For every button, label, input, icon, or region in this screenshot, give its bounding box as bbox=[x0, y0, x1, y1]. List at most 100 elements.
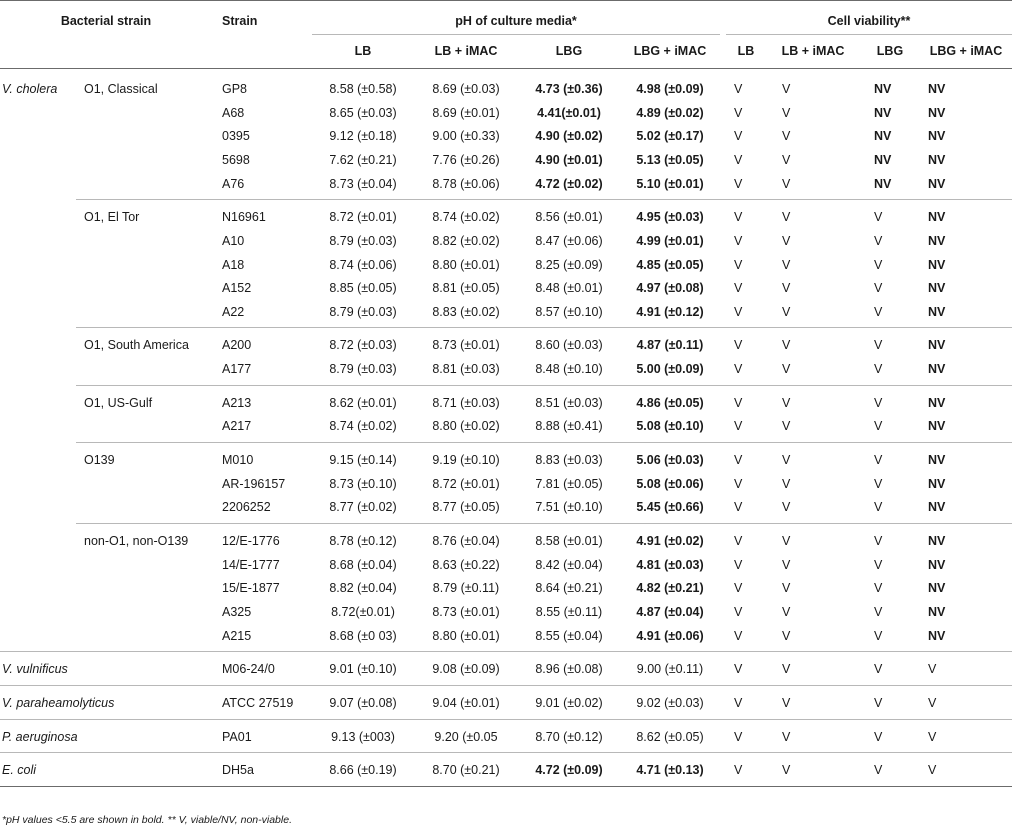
ph-cell: 5.02 (±0.17) bbox=[636, 129, 704, 143]
viability-cell: V bbox=[874, 338, 883, 352]
viability-cell: NV bbox=[928, 106, 946, 120]
viability-cell: V bbox=[734, 453, 743, 467]
viability-cell: V bbox=[782, 177, 791, 191]
strain-cell: N16961 bbox=[222, 210, 266, 224]
ph-cell: 5.13 (±0.05) bbox=[636, 153, 704, 167]
group-divider bbox=[0, 752, 1012, 753]
header-strain: Strain bbox=[222, 14, 258, 28]
ph-cell: 4.99 (±0.01) bbox=[636, 234, 704, 248]
ph-cell: 8.80 (±0.02) bbox=[432, 419, 500, 433]
viability-cell: V bbox=[734, 234, 743, 248]
group-divider bbox=[0, 651, 1012, 652]
ph-cell: 8.73 (±0.01) bbox=[432, 338, 500, 352]
viability-cell: NV bbox=[928, 534, 946, 548]
ph-cell: 4.72 (±0.09) bbox=[535, 763, 603, 777]
ph-cell: 4.91 (±0.12) bbox=[636, 305, 704, 319]
ph-cell: 4.89 (±0.02) bbox=[636, 106, 704, 120]
ph-cell: 4.95 (±0.03) bbox=[636, 210, 704, 224]
viability-cell: NV bbox=[874, 106, 892, 120]
viability-cell: V bbox=[782, 258, 791, 272]
viability-cell: V bbox=[734, 338, 743, 352]
strain-cell: A177 bbox=[222, 362, 252, 376]
viability-cell: V bbox=[928, 730, 937, 744]
viability-cell: V bbox=[734, 82, 743, 96]
ph-cell: 8.47 (±0.06) bbox=[535, 234, 603, 248]
viability-cell: V bbox=[782, 500, 791, 514]
ph-cell: 8.64 (±0.21) bbox=[535, 581, 603, 595]
ph-cell: 8.69 (±0.01) bbox=[432, 106, 500, 120]
viability-cell: V bbox=[734, 258, 743, 272]
ph-cell: 8.58 (±0.01) bbox=[535, 534, 603, 548]
viability-cell: V bbox=[874, 500, 883, 514]
ph-cell: 4.87 (±0.04) bbox=[636, 605, 704, 619]
strain-cell: 15/E-1877 bbox=[222, 581, 280, 595]
ph-cell: 9.01 (±0.02) bbox=[535, 696, 603, 710]
strain-cell: A152 bbox=[222, 281, 252, 295]
viability-cell: V bbox=[874, 305, 883, 319]
viability-cell: NV bbox=[928, 305, 946, 319]
ph-cell: 8.74 (±0.02) bbox=[329, 419, 397, 433]
ph-cell: 8.74 (±0.02) bbox=[432, 210, 500, 224]
viability-cell: V bbox=[874, 730, 883, 744]
viability-cell: V bbox=[782, 106, 791, 120]
group-divider bbox=[76, 327, 1012, 328]
strain-cell: A217 bbox=[222, 419, 252, 433]
viability-cell: V bbox=[782, 453, 791, 467]
ph-cell: 7.76 (±0.26) bbox=[432, 153, 500, 167]
viability-cell: NV bbox=[928, 362, 946, 376]
viability-cell: V bbox=[874, 581, 883, 595]
viability-cell: V bbox=[734, 153, 743, 167]
viability-cell: V bbox=[782, 629, 791, 643]
viability-cell: V bbox=[874, 629, 883, 643]
ph-cell: 4.97 (±0.08) bbox=[636, 281, 704, 295]
ph-cell: 4.86 (±0.05) bbox=[636, 396, 704, 410]
viability-cell: V bbox=[734, 581, 743, 595]
ph-cell: 5.06 (±0.03) bbox=[636, 453, 704, 467]
ph-cell: 8.57 (±0.10) bbox=[535, 305, 603, 319]
strain-cell: A68 bbox=[222, 106, 245, 120]
group-divider bbox=[76, 199, 1012, 200]
ph-cell: 8.58 (±0.58) bbox=[329, 82, 397, 96]
viability-cell: V bbox=[734, 662, 743, 676]
viability-cell: V bbox=[734, 210, 743, 224]
ph-cell: 8.72(±0.01) bbox=[331, 605, 395, 619]
viability-cell: V bbox=[782, 305, 791, 319]
viability-cell: V bbox=[874, 558, 883, 572]
strain-cell: A10 bbox=[222, 234, 245, 248]
viability-cell: V bbox=[782, 153, 791, 167]
viability-cell: NV bbox=[874, 177, 892, 191]
ph-cell: 8.82 (±0.02) bbox=[432, 234, 500, 248]
ph-cell: 9.01 (±0.10) bbox=[329, 662, 397, 676]
viability-cell: V bbox=[734, 605, 743, 619]
ph-cell: 8.79 (±0.03) bbox=[329, 362, 397, 376]
ph-cell: 8.25 (±0.09) bbox=[535, 258, 603, 272]
viability-cell: V bbox=[782, 605, 791, 619]
ph-cell: 8.60 (±0.03) bbox=[535, 338, 603, 352]
viability-cell: V bbox=[782, 662, 791, 676]
strain-cell: GP8 bbox=[222, 82, 248, 96]
viability-cell: NV bbox=[928, 82, 946, 96]
strain-cell: 5698 bbox=[222, 153, 250, 167]
viability-cell: V bbox=[874, 396, 883, 410]
ph-cell: 8.48 (±0.01) bbox=[535, 281, 603, 295]
ph-cell: 8.96 (±0.08) bbox=[535, 662, 603, 676]
viability-cell: V bbox=[782, 419, 791, 433]
group-divider bbox=[76, 385, 1012, 386]
viability-cell: V bbox=[874, 477, 883, 491]
ph-cell: 4.90 (±0.01) bbox=[535, 153, 603, 167]
viability-cell: NV bbox=[928, 258, 946, 272]
ph-cell: 9.15 (±0.14) bbox=[329, 453, 397, 467]
ph-cell: 8.68 (±0 03) bbox=[329, 629, 397, 643]
ph-cell: 8.62 (±0.01) bbox=[329, 396, 397, 410]
ph-cell: 8.48 (±0.10) bbox=[535, 362, 603, 376]
ph-cell: 4.91 (±0.02) bbox=[636, 534, 704, 548]
viability-cell: V bbox=[874, 210, 883, 224]
species-label: E. coli bbox=[2, 763, 37, 777]
ph-cell: 9.20 (±0.05 bbox=[434, 730, 498, 744]
viability-cell: V bbox=[874, 534, 883, 548]
strain-cell: AR-196157 bbox=[222, 477, 286, 491]
group-divider bbox=[0, 685, 1012, 686]
viability-cell: NV bbox=[928, 500, 946, 514]
viability-cell: V bbox=[734, 177, 743, 191]
subheader-ph-lb-imac: LB + iMAC bbox=[434, 44, 498, 58]
